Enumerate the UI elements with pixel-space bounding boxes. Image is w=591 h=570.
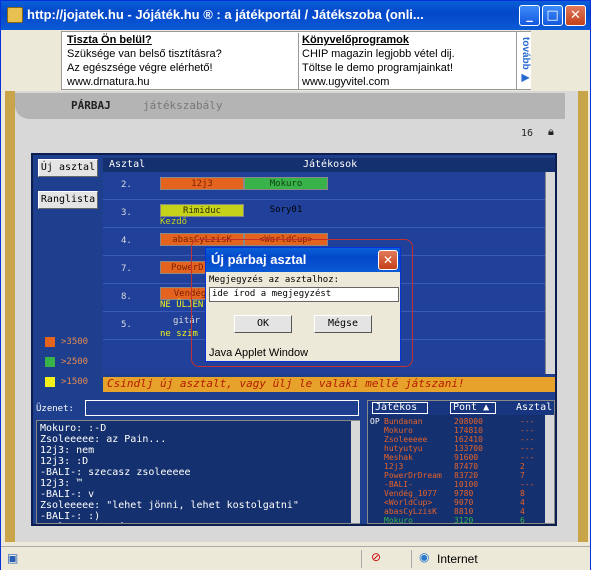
table-row[interactable]: 3. Rimiduc Sory01 Kezdő — [103, 200, 545, 228]
dialog-cancel-button[interactable]: Mégse — [314, 315, 372, 333]
table-note: Kezdő — [160, 217, 188, 227]
internet-zone-icon: ◉ — [419, 550, 430, 564]
dialog-note-input[interactable]: ide írod a megjegyzést — [209, 287, 399, 302]
dialog-note-label: Megjegyzés az asztalhoz: — [209, 275, 340, 285]
ad-left-heading[interactable]: Tiszta Ön belül? — [67, 34, 152, 46]
seat-player[interactable]: Mokuro — [244, 177, 328, 190]
ad-left-line2: Az egészsége végre elérhető! — [67, 62, 213, 74]
player-points: 3120 — [454, 516, 474, 525]
seat-player[interactable]: Sory01 — [244, 204, 328, 217]
col-points[interactable]: Pont ▲ — [450, 402, 496, 414]
table-number: 3. — [121, 208, 132, 218]
minimize-button[interactable]: _ — [519, 5, 540, 26]
ad-right-line1: CHIP magazin legjobb vétel dij. — [302, 48, 455, 60]
zone-label: Internet — [437, 552, 478, 566]
col-players: Játékosok — [303, 159, 358, 170]
table-number: 2. — [121, 180, 132, 190]
browser-window: http://jojatek.hu - Jójáték.hu ® : a ját… — [0, 0, 591, 570]
status-divider — [411, 550, 412, 568]
table-number: 4. — [121, 236, 132, 246]
dialog-title: Új párbaj asztal — [206, 248, 400, 272]
legend-swatch-yellow — [45, 377, 55, 387]
chat-label: Üzenet: — [36, 404, 74, 414]
nav-rules[interactable]: játékszabály — [143, 99, 222, 112]
ad-right-line2: Töltse le demo programjainkat! — [302, 62, 454, 74]
ranking-button[interactable]: Ranglista — [38, 191, 98, 209]
player-table: 6 — [520, 516, 525, 525]
player-name: Mokuro — [384, 516, 413, 525]
status-divider — [361, 550, 362, 568]
chat-input[interactable] — [85, 400, 359, 416]
game-nav: PÁRBAJ játékszabály — [15, 93, 565, 119]
table-number: 5. — [121, 320, 132, 330]
lock-icon: 🔒︎ — [548, 125, 554, 138]
ad-more-link[interactable]: tovább ▶ — [516, 32, 531, 89]
legend-label: >1500 — [61, 377, 89, 387]
popup-blocked-icon[interactable]: ⊘ — [371, 550, 381, 564]
status-bar: ▣ ⊘ ◉ Internet — [1, 546, 590, 570]
new-table-button[interactable]: Új asztal — [38, 159, 98, 177]
table-number: 8. — [121, 292, 132, 302]
ad-right-heading[interactable]: Könyvelőprogramok — [302, 34, 409, 46]
legend-label: >2500 — [61, 357, 89, 367]
col-table: Asztal — [109, 159, 146, 170]
dialog-status: Java Applet Window — [209, 347, 309, 359]
page-icon: ▣ — [7, 551, 19, 565]
chat-scrollbar[interactable] — [351, 421, 360, 523]
legend-swatch-orange — [45, 337, 55, 347]
tables-scrollbar[interactable] — [545, 172, 555, 374]
col-player-table[interactable]: Asztal — [516, 402, 552, 413]
nav-parbaj[interactable]: PÁRBAJ — [71, 99, 111, 112]
legend-swatch-green — [45, 357, 55, 367]
ad-left-line3[interactable]: www.drnatura.hu — [67, 76, 150, 88]
table-number: 7. — [121, 264, 132, 274]
new-table-dialog: Új párbaj asztal ✕ Megjegyzés az asztalh… — [205, 247, 401, 362]
chat-log: Mokuro: :-D Zsoleeeee: az Pain... 12j3: … — [36, 420, 360, 524]
col-player[interactable]: Játékos — [372, 402, 428, 414]
close-button[interactable]: ✕ — [565, 5, 586, 26]
table-row[interactable]: 2. 12j3 Mokuro — [103, 172, 545, 200]
title-bar: http://jojatek.hu - Jójáték.hu ® : a ját… — [1, 1, 590, 30]
ie-app-icon — [7, 7, 23, 23]
ad-right-line3[interactable]: www.ugyvitel.com — [302, 76, 389, 88]
seat-player[interactable]: Rimiduc — [160, 204, 244, 217]
players-header: Játékos Pont ▲ Asztal — [368, 401, 554, 415]
window-title: http://jojatek.hu - Jójáték.hu ® : a ját… — [27, 7, 424, 22]
ad-left[interactable]: Tiszta Ön belül? Szüksége van belső tisz… — [67, 33, 222, 89]
hint-banner: Csindlj új asztalt, vagy ülj le valaki m… — [103, 377, 555, 392]
tables-header: Asztal Játékosok — [103, 158, 555, 172]
ad-right[interactable]: Könyvelőprogramok CHIP magazin legjobb v… — [298, 33, 455, 90]
dialog-close-button[interactable]: ✕ — [378, 250, 398, 270]
ad-banner: Tiszta Ön belül? Szüksége van belső tisz… — [61, 31, 531, 90]
ad-left-line1: Szüksége van belső tisztításra? — [67, 48, 222, 60]
players-scrollbar[interactable] — [545, 415, 554, 523]
dialog-ok-button[interactable]: OK — [234, 315, 292, 333]
players-list: Játékos Pont ▲ Asztal OP Bundanan 208000-… — [367, 400, 555, 526]
legend-label: >3500 — [61, 337, 89, 347]
maximize-button[interactable]: □ — [542, 5, 563, 26]
seat-player[interactable]: 12j3 — [160, 177, 244, 190]
online-count: 16 — [521, 128, 534, 139]
player-row[interactable]: Mokuro 3120 6 — [368, 516, 544, 526]
